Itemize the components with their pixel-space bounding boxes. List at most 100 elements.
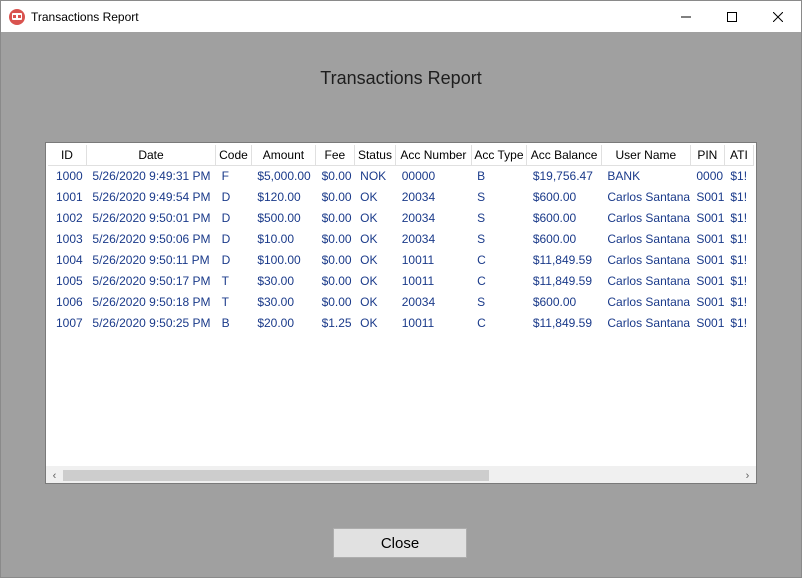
cell-user-name: Carlos Santana	[607, 252, 691, 267]
table-row[interactable]: 1005 5/26/2020 9:50:17 PM T $30.00 $0.00 OK 10…	[48, 270, 754, 291]
minimize-icon	[681, 16, 691, 17]
cell-acc-number: 10011	[401, 252, 435, 267]
column-header-fee[interactable]: Fee	[315, 145, 355, 166]
cell-acc-balance: $600.00	[532, 189, 577, 204]
cell-ati: $1!	[730, 273, 748, 288]
cell-user-name: Carlos Santana	[607, 315, 691, 330]
cell-amount: $30.00	[257, 294, 295, 309]
cell-code: T	[221, 273, 229, 288]
minimize-button[interactable]	[663, 1, 709, 32]
cell-pin: S001	[696, 252, 725, 267]
cell-date: 5/26/2020 9:50:18 PM	[92, 294, 211, 309]
cell-id: 1001	[56, 189, 83, 204]
cell-ati: $1!	[730, 315, 748, 330]
cell-amount: $500.00	[257, 210, 301, 225]
cell-date: 5/26/2020 9:50:25 PM	[92, 315, 211, 330]
cell-pin: S001	[696, 273, 725, 288]
cell-user-name: BANK	[607, 168, 641, 183]
maximize-button[interactable]	[709, 1, 755, 32]
cell-amount: $5,000.00	[257, 168, 311, 183]
cell-fee: $0.00	[321, 273, 352, 288]
column-header-pin[interactable]: PIN	[690, 145, 725, 166]
cell-status: NOK	[360, 168, 387, 183]
cell-date: 5/26/2020 9:50:01 PM	[92, 210, 211, 225]
maximize-icon	[727, 11, 737, 22]
cell-status: OK	[360, 273, 378, 288]
column-header-status[interactable]: Status	[354, 145, 397, 166]
cell-acc-number: 00000	[401, 168, 436, 183]
cell-id: 1005	[56, 273, 83, 288]
cell-date: 5/26/2020 9:50:06 PM	[92, 231, 211, 246]
cell-acc-type: C	[477, 273, 486, 288]
cell-user-name: Carlos Santana	[607, 210, 691, 225]
cell-acc-type: B	[477, 168, 486, 183]
scroll-right-icon[interactable]: ›	[739, 467, 756, 483]
column-header-acc-type[interactable]: Acc Type	[471, 145, 528, 166]
column-header-date[interactable]: Date	[86, 145, 217, 166]
cell-acc-type: C	[477, 252, 486, 267]
cell-acc-number: 20034	[401, 294, 436, 309]
cell-amount: $30.00	[257, 273, 295, 288]
column-header-id[interactable]: ID	[48, 145, 87, 166]
cell-ati: $1!	[730, 294, 748, 309]
table-row[interactable]: 1001 5/26/2020 9:49:54 PM D $120.00 $0.00 OK 2…	[48, 186, 754, 207]
table-row[interactable]: 1004 5/26/2020 9:50:11 PM D $100.00 $0.00 OK 1…	[48, 249, 754, 270]
column-header-acc-balance[interactable]: Acc Balance	[526, 145, 602, 166]
cell-acc-balance: $11,849.59	[532, 252, 592, 267]
cell-acc-balance: $11,849.59	[532, 273, 592, 288]
cell-id: 1004	[56, 252, 83, 267]
cell-acc-number: 20034	[401, 231, 436, 246]
cell-user-name: Carlos Santana	[607, 231, 691, 246]
cell-acc-balance: $600.00	[532, 210, 577, 225]
cell-user-name: Carlos Santana	[607, 294, 691, 309]
column-header-amount[interactable]: Amount	[251, 145, 317, 166]
column-header-code[interactable]: Code	[215, 145, 252, 166]
cell-fee: $0.00	[321, 252, 352, 267]
cell-code: F	[221, 168, 229, 183]
cell-date: 5/26/2020 9:49:31 PM	[92, 168, 211, 183]
cell-user-name: Carlos Santana	[607, 273, 691, 288]
cell-ati: $1!	[730, 252, 748, 267]
cell-fee: $0.00	[321, 294, 352, 309]
cell-status: OK	[360, 294, 378, 309]
cell-ati: $1!	[730, 210, 748, 225]
cell-code: D	[221, 189, 231, 204]
title-bar[interactable]: Transactions Report	[1, 1, 801, 32]
cell-pin: S001	[696, 231, 725, 246]
cell-fee: $0.00	[321, 210, 352, 225]
table-row[interactable]: 1000 5/26/2020 9:49:31 PM F $5,000.00 $0.00 N…	[48, 165, 754, 186]
column-header-ati[interactable]: ATI	[724, 145, 754, 166]
close-icon	[773, 11, 783, 22]
cell-pin: S001	[696, 189, 725, 204]
table-row[interactable]: 1002 5/26/2020 9:50:01 PM D $500.00 $0.00 OK 2…	[48, 207, 754, 228]
column-header-acc-number[interactable]: Acc Number	[395, 145, 472, 166]
transactions-grid[interactable]: ID Date Code Amount Fee Status Acc Numbe…	[45, 142, 757, 484]
horizontal-scrollbar[interactable]: ‹ ›	[46, 466, 756, 483]
cell-status: OK	[360, 315, 378, 330]
cell-fee: $0.00	[321, 231, 352, 246]
scroll-left-icon[interactable]: ‹	[46, 467, 63, 483]
transactions-table: ID Date Code Amount Fee Status Acc Numbe…	[48, 145, 754, 333]
cell-acc-number: 10011	[401, 273, 435, 288]
cell-ati: $1!	[730, 189, 748, 204]
cell-id: 1007	[56, 315, 83, 330]
cell-pin: S001	[696, 315, 725, 330]
table-row[interactable]: 1006 5/26/2020 9:50:18 PM T $30.00 $0.00 OK 20…	[48, 291, 754, 312]
table-row[interactable]: 1007 5/26/2020 9:50:25 PM B $20.00 $1.25 OK 10…	[48, 312, 754, 333]
cell-id: 1003	[56, 231, 83, 246]
scrollbar-thumb[interactable]	[63, 470, 489, 481]
cell-amount: $100.00	[257, 252, 301, 267]
cell-code: B	[221, 315, 230, 330]
cell-amount: $20.00	[257, 315, 295, 330]
cell-id: 1006	[56, 294, 83, 309]
cell-status: OK	[360, 189, 378, 204]
column-header-user-name[interactable]: User Name	[601, 145, 691, 166]
table-row[interactable]: 1003 5/26/2020 9:50:06 PM D $10.00 $0.00 OK 20…	[48, 228, 754, 249]
cell-fee: $1.25	[321, 315, 352, 330]
cell-ati: $1!	[730, 168, 748, 183]
cell-fee: $0.00	[321, 168, 352, 183]
cell-acc-balance: $11,849.59	[532, 315, 592, 330]
close-button[interactable]: Close	[333, 528, 467, 558]
close-window-button[interactable]	[755, 1, 801, 32]
cell-acc-number: 10011	[401, 315, 435, 330]
